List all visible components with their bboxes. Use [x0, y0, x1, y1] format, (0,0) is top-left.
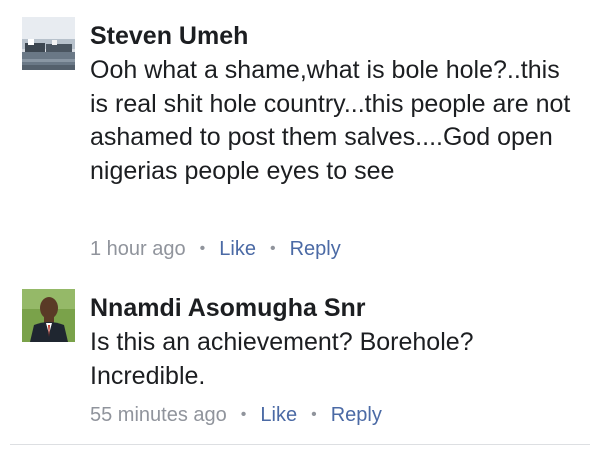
avatar[interactable]: [22, 289, 75, 342]
reply-button[interactable]: Reply: [331, 402, 382, 428]
avatar-photo-harbor: [22, 17, 75, 70]
comment-text: Is this an achievement? Borehole? Incred…: [90, 328, 474, 390]
comment-timestamp[interactable]: 55 minutes ago: [90, 402, 227, 428]
comment-meta: 1 hour ago • Like • Reply: [90, 236, 341, 262]
comment-author[interactable]: Steven Umeh: [90, 21, 590, 51]
like-button[interactable]: Like: [260, 402, 297, 428]
reply-button[interactable]: Reply: [290, 236, 341, 262]
meta-separator: •: [199, 240, 206, 257]
comment-timestamp[interactable]: 1 hour ago: [90, 236, 186, 262]
avatar-photo-person: [22, 289, 75, 342]
comment-author[interactable]: Nnamdi Asomugha Snr: [90, 293, 590, 323]
meta-separator: •: [240, 406, 247, 423]
like-button[interactable]: Like: [219, 236, 256, 262]
meta-separator: •: [269, 240, 276, 257]
comment-text: Ooh what a shame,what is bole hole?..thi…: [90, 56, 571, 185]
comment-divider: [10, 444, 590, 445]
avatar[interactable]: [22, 17, 75, 70]
comment-meta: 55 minutes ago • Like • Reply: [90, 402, 382, 428]
meta-separator: •: [311, 406, 317, 423]
